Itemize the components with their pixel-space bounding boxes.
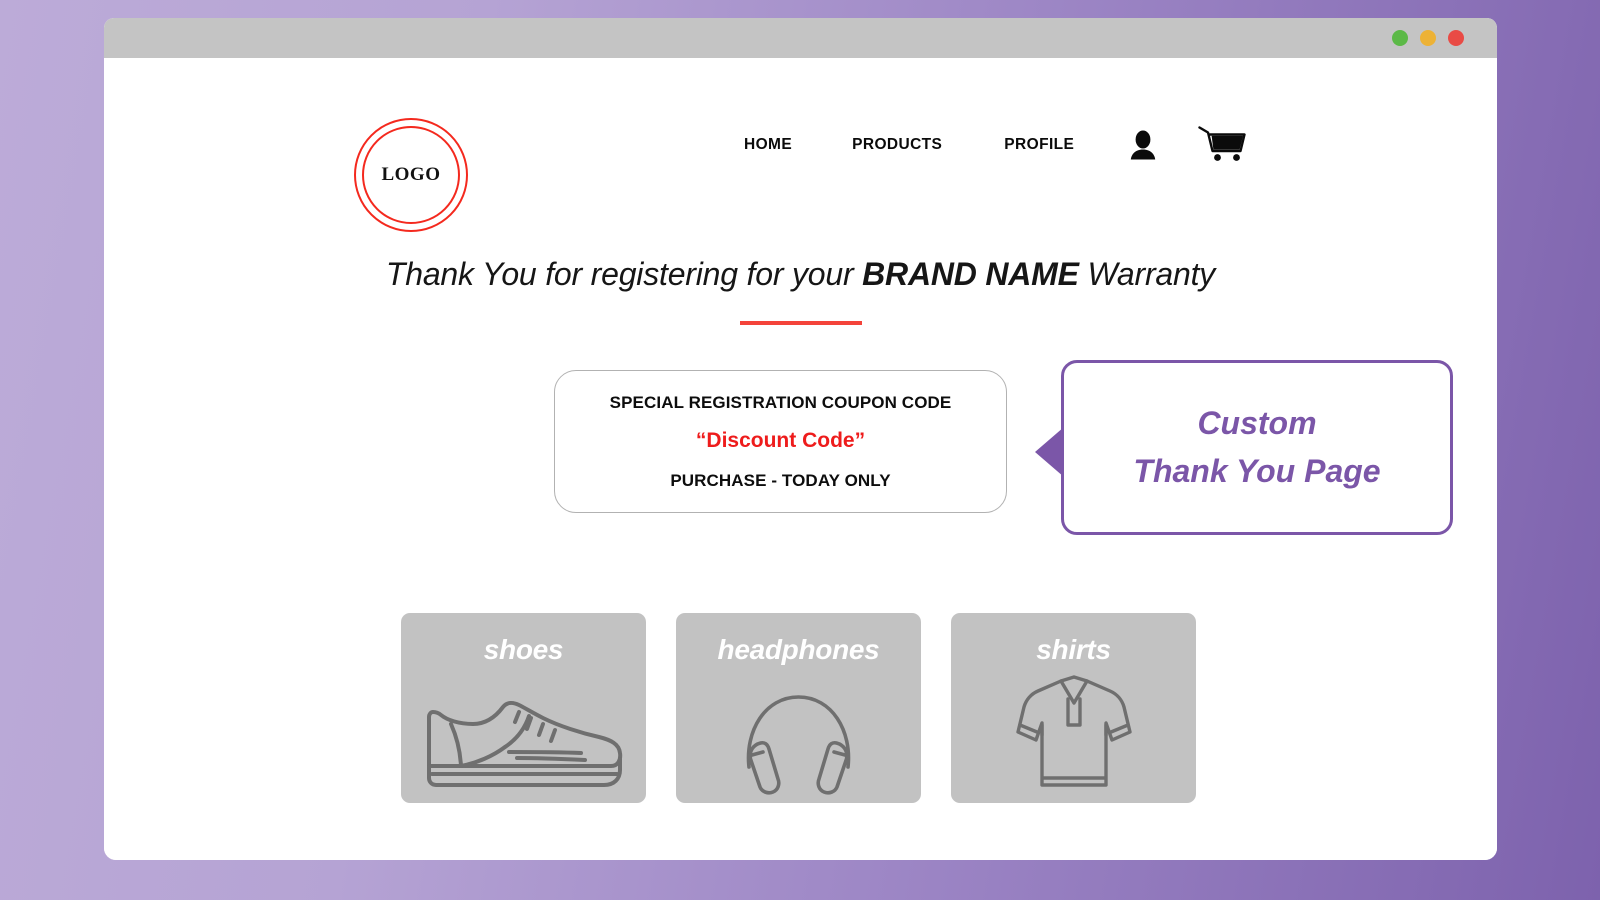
main-navigation: HOME PRODUCTS PROFILE	[744, 126, 1246, 164]
site-header: LOGO HOME PRODUCTS PROFILE	[104, 58, 1497, 243]
nav-item-home[interactable]: HOME	[744, 136, 792, 154]
product-card-label: headphones	[717, 634, 880, 665]
product-card-shoes[interactable]: shoes	[401, 613, 646, 803]
brand-logo[interactable]: LOGO	[354, 118, 468, 232]
page-title: Thank You for registering for your BRAND…	[104, 256, 1497, 293]
person-icon[interactable]	[1130, 129, 1156, 161]
browser-title-bar	[104, 18, 1497, 58]
page-title-prefix: Thank You for registering for your	[385, 256, 863, 292]
callout-line-2: Thank You Page	[1133, 452, 1381, 489]
product-card-list: shoes headphones shirts	[401, 613, 1196, 803]
window-close-dot[interactable]	[1448, 30, 1464, 46]
product-card-art	[951, 673, 1196, 795]
window-minimize-dot[interactable]	[1392, 30, 1408, 46]
page-title-suffix: Warranty	[1078, 256, 1216, 292]
headphones-icon	[746, 695, 851, 795]
cart-icon[interactable]	[1198, 126, 1246, 164]
product-card-label: shoes	[483, 634, 564, 665]
product-card-label: shirts	[1036, 634, 1111, 665]
logo-label: LOGO	[381, 164, 441, 185]
browser-window: LOGO HOME PRODUCTS PROFILE Thank You for…	[104, 18, 1497, 860]
product-card-shirts[interactable]: shirts	[951, 613, 1196, 803]
title-divider	[739, 321, 862, 325]
nav-item-products[interactable]: PRODUCTS	[852, 136, 942, 154]
product-card-headphones[interactable]: headphones	[676, 613, 921, 803]
annotation-callout: Custom Thank You Page	[1035, 360, 1453, 535]
coupon-footnote: PURCHASE - TODAY ONLY	[670, 470, 891, 490]
page-title-brand: BRAND NAME	[862, 256, 1079, 292]
callout-pointer-icon	[1035, 427, 1064, 477]
coupon-code[interactable]: “Discount Code”	[696, 429, 865, 453]
sneaker-icon	[427, 700, 623, 787]
nav-item-profile[interactable]: PROFILE	[1004, 136, 1074, 154]
hero-block: Thank You for registering for your BRAND…	[104, 256, 1497, 325]
callout-line-1: Custom	[1197, 405, 1317, 442]
polo-shirt-icon	[1015, 675, 1132, 787]
coupon-panel: SPECIAL REGISTRATION COUPON CODE “Discou…	[554, 370, 1007, 513]
callout-text: Custom Thank You Page	[1133, 400, 1380, 495]
product-card-art	[401, 690, 646, 795]
page-body: LOGO HOME PRODUCTS PROFILE Thank You for…	[104, 58, 1497, 860]
product-card-art	[676, 683, 921, 795]
coupon-heading: SPECIAL REGISTRATION COUPON CODE	[609, 392, 952, 412]
window-maximize-dot[interactable]	[1420, 30, 1436, 46]
